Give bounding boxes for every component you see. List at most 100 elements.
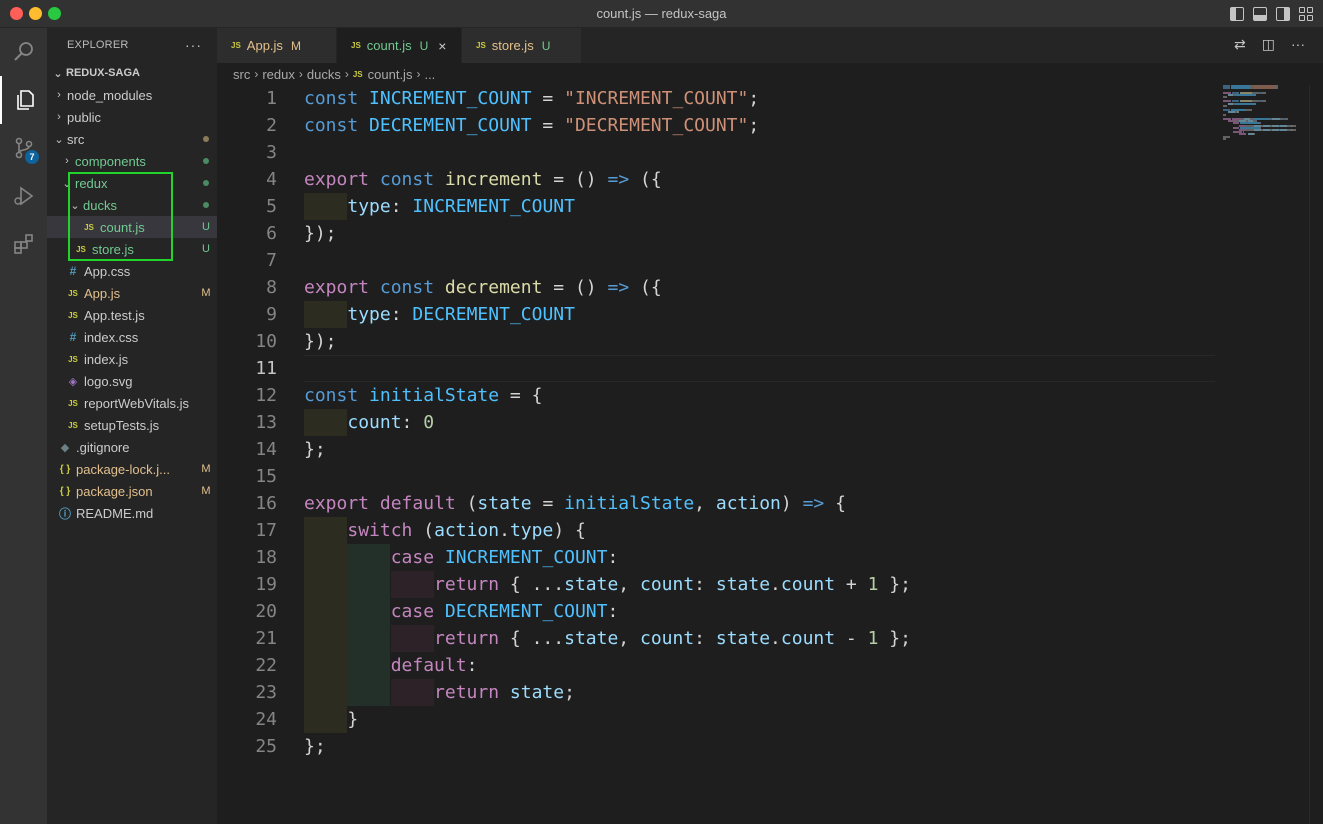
code-line[interactable]: return { ...state, count: state.count + … [304,571,911,598]
breadcrumb-item[interactable]: ... [424,67,435,82]
code-token: ({ [629,277,662,298]
code-line[interactable]: }; [304,733,326,760]
tree-item-logo-svg[interactable]: ◈ logo.svg [47,370,217,392]
tree-item-setuptests-js[interactable]: JS setupTests.js [47,414,217,436]
code-line[interactable]: switch (action.type) { [304,517,585,544]
toggle-primary-sidebar-icon[interactable] [1230,7,1244,21]
code-editor[interactable]: 1 const INCREMENT_COUNT = "INCREMENT_COUN… [217,85,1323,824]
code-line[interactable]: }; [304,436,326,463]
vertical-scrollbar[interactable] [1309,85,1323,824]
tree-item-package-lock-j-[interactable]: { } package-lock.j... M [47,458,217,480]
open-changes-icon[interactable]: ⇄ [1234,36,1246,53]
svg-file-icon: ◈ [68,375,78,388]
code-token: : [466,655,478,676]
minimap[interactable] [1223,85,1309,145]
code-line[interactable]: count: 0 [304,409,434,436]
tree-item-package-json[interactable]: { } package.json M [47,480,217,502]
tree-item-readme-md[interactable]: ⓘ README.md [47,502,217,524]
split-editor-icon[interactable]: ◫ [1262,36,1275,53]
code-line[interactable]: return { ...state, count: state.count - … [304,625,911,652]
git-status-badge [195,199,217,211]
tree-item-label: App.js [84,285,121,301]
code-token: const [304,385,359,406]
code-token: . [770,574,781,595]
tree-item--gitignore[interactable]: ◆ .gitignore [47,436,217,458]
code-line[interactable]: const initialState = { [304,382,542,409]
tree-item-label: index.css [84,329,139,345]
project-root[interactable]: ⌄ REDUX-SAGA [47,62,217,84]
code-line[interactable]: type: INCREMENT_COUNT [304,193,575,220]
code-token: }); [304,223,337,244]
code-line[interactable]: const INCREMENT_COUNT = "INCREMENT_COUNT… [304,85,759,112]
chevron-right-icon: › [65,155,69,167]
tree-item-app-js[interactable]: JS App.js M [47,282,217,304]
code-token: INCREMENT_COUNT [444,547,608,568]
source-control-icon[interactable]: 7 [0,124,47,172]
line-number: 20 [255,601,277,622]
code-token: INCREMENT_COUNT [412,196,575,217]
code-line[interactable]: const DECREMENT_COUNT = "DECREMENT_COUNT… [304,112,759,139]
tab-count-js[interactable]: JS count.js U × [337,28,462,63]
code-line[interactable]: export const decrement = () => ({ [304,274,662,301]
git-status-badge: U [202,221,210,233]
customize-layout-icon[interactable] [1299,7,1313,21]
breadcrumb-item[interactable]: redux [262,67,295,82]
extensions-icon[interactable] [0,220,47,268]
code-token: , [618,574,640,595]
chevron-right-icon: › [254,67,259,81]
breadcrumb-item[interactable]: ducks [307,67,341,82]
code-line[interactable]: case INCREMENT_COUNT: [304,544,619,571]
code-line[interactable]: } [304,706,358,733]
code-line[interactable]: }); [304,328,337,355]
line-number: 10 [255,331,277,352]
tree-item-label: src [67,131,85,147]
tree-item-src[interactable]: ⌄ src [47,128,217,150]
git-status-badge: M [201,463,211,475]
tab-status: U [541,38,551,53]
code-line[interactable]: case DECREMENT_COUNT: [304,598,619,625]
tree-item-index-css[interactable]: # index.css [47,326,217,348]
more-actions-icon[interactable]: ··· [185,37,202,53]
code-line[interactable]: export default (state = initialState, ac… [304,490,846,517]
tree-item-label: logo.svg [84,373,133,389]
toggle-secondary-sidebar-icon[interactable] [1276,7,1290,21]
more-actions-icon[interactable]: ··· [1291,36,1305,53]
current-line-highlight [304,355,1215,382]
tree-item-node-modules[interactable]: › node_modules [47,84,217,106]
tree-item-label: README.md [76,505,154,521]
tree-item-label: setupTests.js [84,417,160,433]
code-line[interactable]: return state; [304,679,575,706]
tree-item-index-js[interactable]: JS index.js [47,348,217,370]
search-icon[interactable] [0,28,47,76]
explorer-icon[interactable] [0,76,47,124]
line-number: 23 [255,682,277,703]
breadcrumb-item[interactable]: count.js [368,67,413,82]
close-tab-icon[interactable]: × [438,38,446,54]
code-line[interactable]: }); [304,220,337,247]
code-token: }; [878,574,911,595]
code-token: : [607,601,619,622]
code-line[interactable]: type: DECREMENT_COUNT [304,301,575,328]
toggle-panel-icon[interactable] [1253,7,1267,21]
line-number: 18 [255,547,277,568]
tree-item-components[interactable]: › components [47,150,217,172]
breadcrumb-item[interactable]: src [233,67,250,82]
tab-App-js[interactable]: JS App.js M [217,28,337,63]
line-number: 19 [255,574,277,595]
tree-item-app-test-js[interactable]: JS App.test.js [47,304,217,326]
explorer-sidebar: EXPLORER ··· ⌄ REDUX-SAGA › node_modules ›… [47,28,217,824]
tab-store-js[interactable]: JS store.js U [462,28,582,63]
code-line[interactable]: export const increment = () => ({ [304,166,662,193]
json-file-icon: { } [59,485,71,497]
tree-item-public[interactable]: › public [47,106,217,128]
tree-item-reportwebvitals-js[interactable]: JS reportWebVitals.js [47,392,217,414]
code-token: : [607,547,619,568]
code-line[interactable]: default: [304,652,478,679]
tree-item-app-css[interactable]: # App.css [47,260,217,282]
line-number: 5 [266,196,277,217]
run-debug-icon[interactable] [0,172,47,220]
